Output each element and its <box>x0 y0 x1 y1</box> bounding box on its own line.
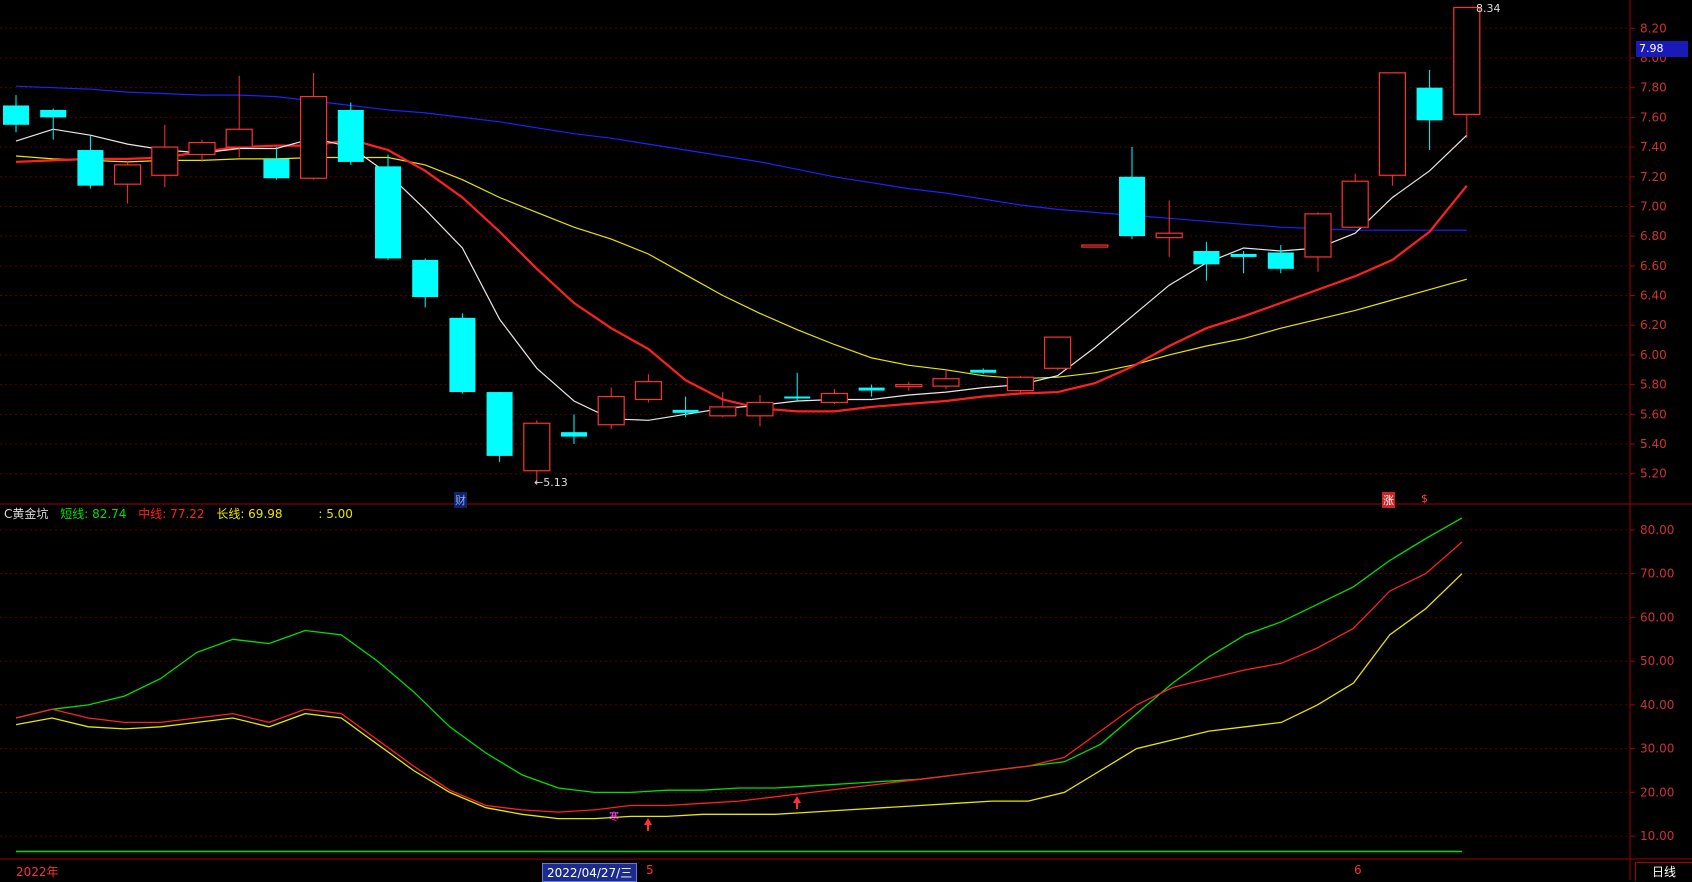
long-line-label: 长线: 69.98 <box>216 507 283 521</box>
price-axis-tick-label: 6.80 <box>1640 229 1667 243</box>
candle-body <box>1230 253 1257 257</box>
indicator-series-line <box>15 573 1463 820</box>
mid-line-label: 中线: 77.22 <box>138 507 205 521</box>
indicator-axis-tick-label: 20.00 <box>1640 785 1674 799</box>
price-axis-tick-label: 5.60 <box>1640 407 1667 421</box>
period-button[interactable]: 日线 <box>1635 862 1692 881</box>
marker-zhang[interactable]: 涨 <box>1382 492 1395 508</box>
candle-body <box>523 422 551 472</box>
price-axis-tick-label: 5.80 <box>1640 378 1667 392</box>
up-arrow-icon <box>793 796 801 809</box>
indicator-axis-tick-label: 10.00 <box>1640 829 1674 843</box>
candle-body <box>188 142 216 156</box>
low-price-label: ←5.13 <box>534 476 568 489</box>
indicator-header: C黄金坑 短线: 82.74 中线: 77.22 长线: 69.98 : 5.0… <box>4 505 361 522</box>
price-axis-tick-label: 6.40 <box>1640 289 1667 303</box>
candle-body <box>412 259 439 298</box>
price-axis-tick-label: 6.00 <box>1640 348 1667 362</box>
x-label-year: 2022年 <box>16 865 59 879</box>
ma20-line <box>15 155 1467 380</box>
marker-cai[interactable]: 财 <box>454 492 467 508</box>
price-axis-tick-label: 7.40 <box>1640 140 1667 154</box>
candle-body <box>1416 87 1443 121</box>
candle-body <box>3 105 29 125</box>
candle-body <box>263 158 290 179</box>
price-axis-tick-label: 8.20 <box>1640 21 1667 35</box>
indicator-name[interactable]: C黄金坑 <box>4 507 48 521</box>
x-label-month-6: 6 <box>1354 863 1362 877</box>
chart-canvas: 5.20 5.40 5.60 5.80 6.00 6.20 6.40 6.60 6.80 7.00… <box>0 0 1692 880</box>
candle-body <box>449 317 476 393</box>
indicator-axis-tick-label: 70.00 <box>1640 567 1674 581</box>
candle-body <box>820 392 849 404</box>
x-label-cursor-date[interactable]: 2022/04/27/三 <box>542 863 638 882</box>
price-axis-tick-label: 6.20 <box>1640 318 1667 332</box>
up-arrow-icon <box>644 818 652 831</box>
indicator-axis-tick-label: 80.00 <box>1640 523 1674 537</box>
candle-body <box>375 166 401 259</box>
candle-body <box>113 164 142 185</box>
price-axis-tick-label: 5.40 <box>1640 437 1667 451</box>
candle-body <box>709 406 737 417</box>
candle-body <box>225 128 253 148</box>
candle-body <box>40 109 67 118</box>
current-price-tag: 7.98 <box>1636 41 1688 57</box>
candle-body <box>1193 251 1220 265</box>
candle-body <box>1081 244 1109 248</box>
indicator-axis-tick-label: 60.00 <box>1640 610 1674 624</box>
marker-han: 寒 <box>609 812 619 823</box>
candle-body <box>561 432 587 437</box>
ma10-line <box>15 138 1468 413</box>
price-axis-tick-label: 7.20 <box>1640 170 1667 184</box>
candle-body <box>1006 376 1035 392</box>
short-line-label: 短线: 82.74 <box>60 507 127 521</box>
candle-body <box>300 95 328 179</box>
candle-body <box>634 381 663 401</box>
ma5-line <box>15 128 1468 421</box>
indicator-series-line <box>15 517 1463 794</box>
candle-body <box>895 384 923 388</box>
indicator-axis-tick-label: 40.00 <box>1640 698 1674 712</box>
high-price-label: 8.34 <box>1476 2 1501 15</box>
price-axis-tick-label: 7.60 <box>1640 110 1667 124</box>
candle-body <box>970 369 997 373</box>
candle-body <box>1119 176 1145 237</box>
candle-body <box>746 401 774 417</box>
price-axis-tick-label: 7.00 <box>1640 199 1667 213</box>
candle-body <box>672 409 699 413</box>
candle-body <box>1304 213 1332 258</box>
candle-body <box>1341 180 1369 228</box>
ma60-line <box>15 85 1467 231</box>
price-axis-tick-label: 5.20 <box>1640 467 1667 481</box>
candle-body <box>597 395 625 426</box>
indicator-axis-tick-label: 30.00 <box>1640 742 1674 756</box>
candle-body <box>1267 252 1294 269</box>
candle-body <box>1043 336 1072 369</box>
candle-body <box>1453 6 1481 115</box>
candle-body <box>1155 232 1183 239</box>
price-axis-tick-label: 7.80 <box>1640 81 1667 95</box>
extra-label: : 5.00 <box>318 507 353 521</box>
candle-body <box>784 396 811 399</box>
x-label-month-5: 5 <box>646 863 654 877</box>
candle-body <box>151 146 179 176</box>
candle-body <box>1378 72 1407 176</box>
candle-body <box>932 378 960 387</box>
candle-body <box>337 109 364 162</box>
indicator-axis-tick-label: 50.00 <box>1640 654 1674 668</box>
marker-dollar[interactable]: $ <box>1421 492 1428 505</box>
indicator-series-line <box>15 541 1463 813</box>
candle-body <box>858 387 885 391</box>
candle-body <box>486 392 513 456</box>
price-axis-tick-label: 6.60 <box>1640 259 1667 273</box>
candle-body <box>77 150 104 186</box>
